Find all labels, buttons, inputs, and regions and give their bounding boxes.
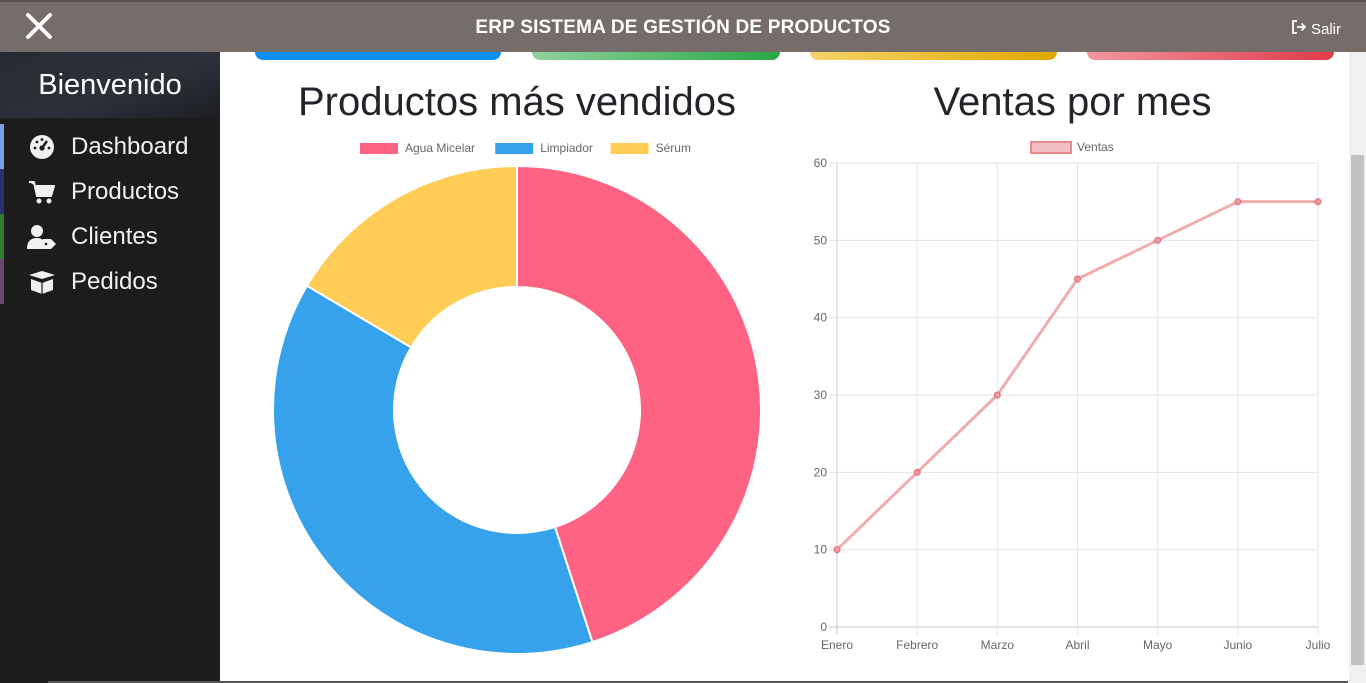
stat-card-blue[interactable] bbox=[255, 52, 501, 60]
nav-accent bbox=[0, 259, 4, 304]
tachometer-icon bbox=[27, 132, 57, 162]
data-point bbox=[993, 391, 1001, 399]
legend-swatch bbox=[610, 143, 649, 154]
nav-accent bbox=[0, 214, 4, 259]
top-bar: ERP SISTEMA DE GESTIÓN DE PRODUCTOS Sali… bbox=[0, 0, 1366, 52]
data-point bbox=[1314, 198, 1322, 206]
y-tick-label: 40 bbox=[814, 311, 828, 325]
x-tick-label: Febrero bbox=[896, 638, 938, 652]
line-chart: Ventas 0 10 20 30 40 50 60 Enero Febrero Marzo Abri… bbox=[814, 140, 1331, 652]
x-tick-label: Abril bbox=[1065, 638, 1089, 652]
data-point bbox=[833, 546, 841, 554]
x-tick-label: Julio bbox=[1306, 638, 1331, 652]
sidebar-item-pedidos[interactable]: Pedidos bbox=[0, 259, 220, 304]
y-tick-label: 50 bbox=[814, 233, 828, 247]
box-open-icon bbox=[27, 267, 57, 297]
app-title: ERP SISTEMA DE GESTIÓN DE PRODUCTOS bbox=[475, 17, 891, 38]
y-tick-label: 10 bbox=[814, 543, 828, 557]
stat-card-green[interactable] bbox=[532, 52, 780, 60]
stat-card-yellow[interactable] bbox=[810, 52, 1057, 60]
legend-swatch bbox=[495, 143, 534, 154]
logout-label: Salir bbox=[1310, 20, 1341, 38]
data-point bbox=[1074, 275, 1081, 283]
line-chart-title: Ventas por mes bbox=[933, 80, 1212, 124]
legend-item: Sérum bbox=[610, 141, 691, 155]
sidebar-item-label: Pedidos bbox=[71, 267, 158, 295]
nav-accent bbox=[0, 124, 4, 169]
x-tick-label: Enero bbox=[821, 638, 853, 652]
legend-label: Ventas bbox=[1077, 140, 1114, 154]
user-tag-icon bbox=[27, 222, 57, 252]
y-tick-label: 30 bbox=[814, 388, 828, 402]
x-tick-label: Marzo bbox=[981, 638, 1015, 652]
sidebar-welcome: Bienvenido bbox=[0, 52, 220, 118]
sidebar-item-dashboard[interactable]: Dashboard bbox=[0, 124, 220, 169]
sidebar-item-label: Dashboard bbox=[71, 132, 189, 160]
legend-item: Limpiador bbox=[495, 141, 593, 155]
cart-icon bbox=[27, 177, 57, 207]
sidebar: Bienvenido Dashboard Productos Clientes … bbox=[0, 52, 220, 683]
sidebar-item-label: Clientes bbox=[71, 222, 158, 250]
legend-label: Limpiador bbox=[540, 141, 593, 155]
legend-item: Ventas bbox=[1030, 140, 1114, 154]
data-point bbox=[913, 468, 921, 476]
sign-out-icon bbox=[1291, 19, 1307, 39]
x-tick-label: Junio bbox=[1223, 638, 1252, 652]
legend-label: Agua Micelar bbox=[405, 141, 475, 155]
data-point bbox=[1154, 236, 1162, 244]
sidebar-item-clientes[interactable]: Clientes bbox=[0, 214, 220, 259]
stat-card-red[interactable] bbox=[1087, 52, 1334, 60]
logout-button[interactable]: Salir bbox=[1291, 19, 1341, 39]
legend-swatch bbox=[1030, 141, 1072, 154]
legend-item: Agua Micelar bbox=[360, 141, 475, 155]
data-point bbox=[1234, 198, 1242, 206]
sidebar-item-productos[interactable]: Productos bbox=[0, 169, 220, 214]
doughnut-chart-title: Productos más vendidos bbox=[297, 80, 736, 124]
doughnut-slice bbox=[272, 284, 594, 655]
sidebar-item-label: Productos bbox=[71, 177, 180, 205]
x-tick-label: Mayo bbox=[1143, 638, 1173, 652]
y-tick-label: 60 bbox=[814, 156, 828, 170]
legend-label: Sérum bbox=[656, 141, 691, 155]
doughnut-chart: Agua Micelar Limpiador Sérum bbox=[272, 141, 762, 655]
y-tick-label: 20 bbox=[814, 465, 828, 479]
scrollbar-thumb[interactable] bbox=[1351, 155, 1364, 665]
y-tick-label: 0 bbox=[820, 620, 827, 634]
nav-accent bbox=[0, 169, 4, 214]
legend-swatch bbox=[360, 143, 398, 154]
